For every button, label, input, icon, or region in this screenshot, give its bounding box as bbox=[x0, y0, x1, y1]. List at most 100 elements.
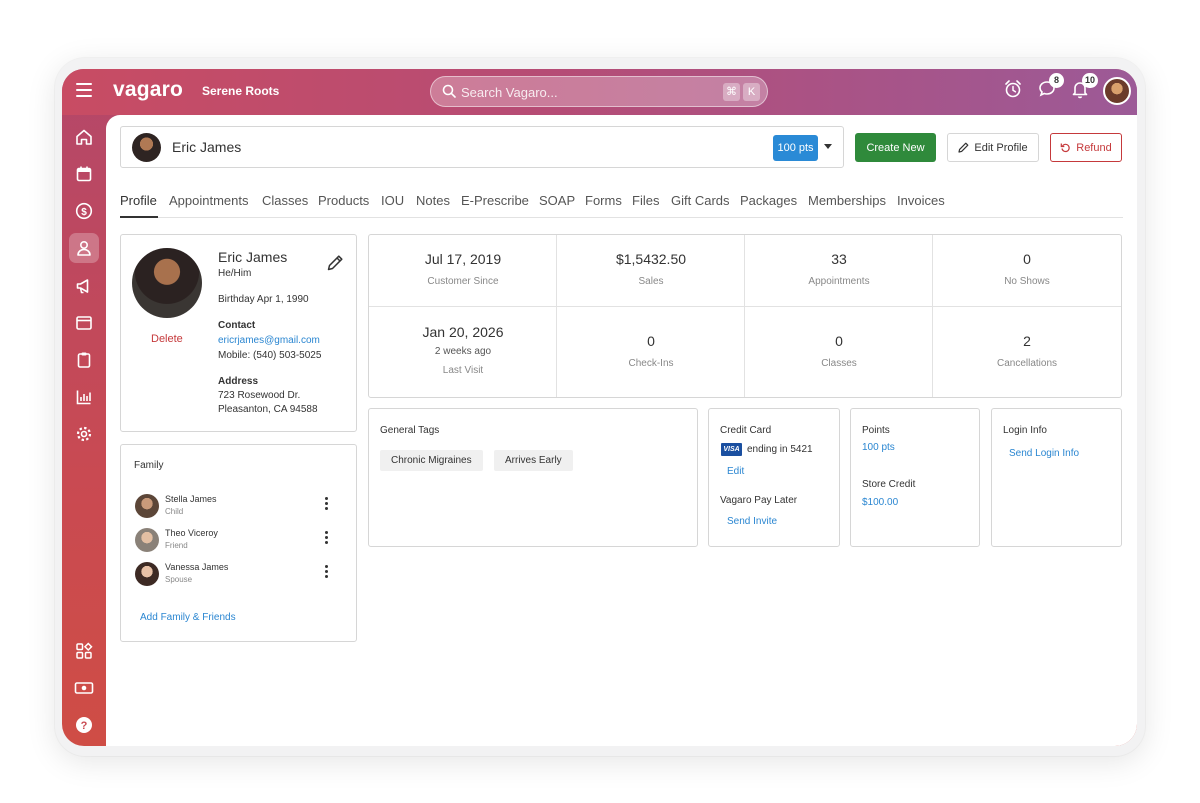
tab-e-prescribe[interactable]: E-Prescribe bbox=[461, 193, 529, 208]
divider bbox=[369, 306, 1121, 307]
stat-label: Appointments bbox=[808, 276, 870, 287]
family-member[interactable]: Theo Viceroy Friend bbox=[134, 527, 334, 555]
business-name[interactable]: Serene Roots bbox=[202, 84, 279, 98]
tag-chip[interactable]: Arrives Early bbox=[494, 450, 573, 471]
main-content: Eric James 100 pts Create New Edit Profi… bbox=[106, 115, 1137, 746]
profile-card: Eric James He/Him Birthday Apr 1, 1990 D… bbox=[120, 234, 357, 432]
tab-files[interactable]: Files bbox=[632, 193, 659, 208]
stat-label: Cancellations bbox=[996, 358, 1058, 369]
send-login-link[interactable]: Send Login Info bbox=[1009, 448, 1079, 459]
clipboard-icon[interactable] bbox=[72, 348, 96, 372]
store-credit-value[interactable]: $100.00 bbox=[862, 497, 898, 508]
refund-button[interactable]: Refund bbox=[1050, 133, 1122, 162]
stat-value: 0 bbox=[835, 333, 843, 349]
alarm-icon[interactable] bbox=[1004, 79, 1022, 104]
calendar-icon[interactable] bbox=[72, 162, 96, 186]
tab-iou[interactable]: IOU bbox=[381, 193, 404, 208]
tab-products[interactable]: Products bbox=[318, 193, 369, 208]
contact-heading: Contact bbox=[218, 320, 256, 331]
bell-icon[interactable]: 10 bbox=[1071, 73, 1099, 104]
customer-header: Eric James 100 pts bbox=[120, 126, 844, 168]
tab-forms[interactable]: Forms bbox=[585, 193, 622, 208]
stat-label: Classes bbox=[821, 358, 857, 369]
megaphone-icon[interactable] bbox=[72, 274, 96, 298]
tab-classes[interactable]: Classes bbox=[262, 193, 308, 208]
more-options-icon[interactable] bbox=[325, 531, 329, 546]
general-tags-heading: General Tags bbox=[380, 425, 440, 436]
tag-chip[interactable]: Chronic Migraines bbox=[380, 450, 483, 471]
stat-label: No Shows bbox=[1004, 276, 1050, 287]
add-family-link[interactable]: Add Family & Friends bbox=[140, 612, 236, 623]
stat-check-ins: 0 Check-Ins bbox=[557, 333, 745, 369]
family-member-relation: Friend bbox=[165, 541, 188, 550]
tab-packages[interactable]: Packages bbox=[740, 193, 797, 208]
profile-pronouns: He/Him bbox=[218, 268, 252, 279]
cash-icon[interactable] bbox=[72, 676, 96, 700]
points-heading: Points bbox=[862, 425, 890, 436]
dollar-icon[interactable]: $ bbox=[72, 199, 96, 223]
profile-tabs: Profile Appointments Classes Products IO… bbox=[120, 189, 1123, 218]
delete-link[interactable]: Delete bbox=[151, 333, 183, 345]
caret-down-icon[interactable] bbox=[824, 144, 832, 149]
create-new-button[interactable]: Create New bbox=[855, 133, 936, 162]
stat-no-shows: 0 No Shows bbox=[933, 251, 1121, 287]
tab-appointments[interactable]: Appointments bbox=[169, 193, 249, 208]
messages-badge: 8 bbox=[1049, 73, 1064, 88]
refund-label: Refund bbox=[1076, 141, 1112, 154]
customer-icon[interactable] bbox=[69, 233, 99, 263]
edit-profile-label: Edit Profile bbox=[974, 141, 1028, 154]
home-icon[interactable] bbox=[72, 125, 96, 149]
create-new-label: Create New bbox=[866, 141, 925, 154]
edit-profile-button[interactable]: Edit Profile bbox=[947, 133, 1039, 162]
family-avatar bbox=[135, 528, 159, 552]
help-icon[interactable]: ? bbox=[72, 713, 96, 737]
tab-gift-cards[interactable]: Gift Cards bbox=[671, 193, 730, 208]
tab-soap[interactable]: SOAP bbox=[539, 193, 575, 208]
email-link[interactable]: ericrjames@gmail.com bbox=[218, 335, 320, 346]
credit-card-heading: Credit Card bbox=[720, 425, 772, 436]
reports-icon[interactable] bbox=[72, 385, 96, 409]
family-heading: Family bbox=[134, 460, 164, 471]
credit-card-card: Credit Card VISA ending in 5421 Edit Vag… bbox=[708, 408, 840, 547]
points-value[interactable]: 100 pts bbox=[862, 442, 895, 453]
card-ending: ending in 5421 bbox=[747, 444, 813, 455]
customer-name: Eric James bbox=[172, 139, 242, 155]
stat-cancellations: 2 Cancellations bbox=[933, 333, 1121, 369]
stat-last-visit: Jan 20, 2026 2 weeks ago Last Visit bbox=[369, 324, 557, 376]
more-options-icon[interactable] bbox=[325, 565, 329, 580]
search-input[interactable] bbox=[461, 82, 701, 102]
settings-icon[interactable] bbox=[72, 422, 96, 446]
search-bar[interactable]: ⌘ K bbox=[430, 76, 768, 107]
active-tab-indicator bbox=[120, 216, 158, 218]
stat-sub: 2 weeks ago bbox=[434, 346, 492, 357]
stat-value: 0 bbox=[1023, 251, 1031, 267]
address-heading: Address bbox=[218, 376, 259, 387]
points-badge[interactable]: 100 pts bbox=[773, 135, 818, 161]
tab-notes[interactable]: Notes bbox=[416, 193, 450, 208]
address-line-2: Pleasanton, CA 94588 bbox=[218, 404, 318, 415]
family-member-name: Vanessa James bbox=[165, 562, 229, 572]
stat-value: 0 bbox=[647, 333, 655, 349]
family-member[interactable]: Stella James Child bbox=[134, 493, 334, 521]
tab-invoices[interactable]: Invoices bbox=[897, 193, 945, 208]
messages-icon[interactable]: 8 bbox=[1038, 73, 1064, 104]
family-card: Family Stella James Child Theo Viceroy F… bbox=[120, 444, 357, 642]
more-options-icon[interactable] bbox=[325, 497, 329, 512]
store-credit-heading: Store Credit bbox=[862, 479, 916, 490]
vagaro-logo[interactable]: vagaro bbox=[113, 78, 183, 102]
tab-profile[interactable]: Profile bbox=[120, 193, 157, 208]
browser-icon[interactable] bbox=[72, 311, 96, 335]
send-invite-link[interactable]: Send Invite bbox=[727, 516, 777, 527]
menu-icon[interactable] bbox=[76, 83, 92, 97]
stat-customer-since: Jul 17, 2019 Customer Since bbox=[369, 251, 557, 287]
edit-pencil-icon[interactable] bbox=[327, 254, 344, 271]
cmd-key: ⌘ bbox=[723, 83, 740, 101]
family-member[interactable]: Vanessa James Spouse bbox=[134, 561, 334, 589]
pencil-icon bbox=[958, 142, 969, 153]
apps-icon[interactable] bbox=[72, 639, 96, 663]
edit-card-link[interactable]: Edit bbox=[727, 466, 744, 477]
tab-memberships[interactable]: Memberships bbox=[808, 193, 886, 208]
app-window: vagaro Serene Roots ⌘ K 8 10 $ bbox=[62, 69, 1137, 746]
user-avatar[interactable] bbox=[1103, 77, 1131, 105]
stat-label: Check-Ins bbox=[628, 358, 674, 369]
